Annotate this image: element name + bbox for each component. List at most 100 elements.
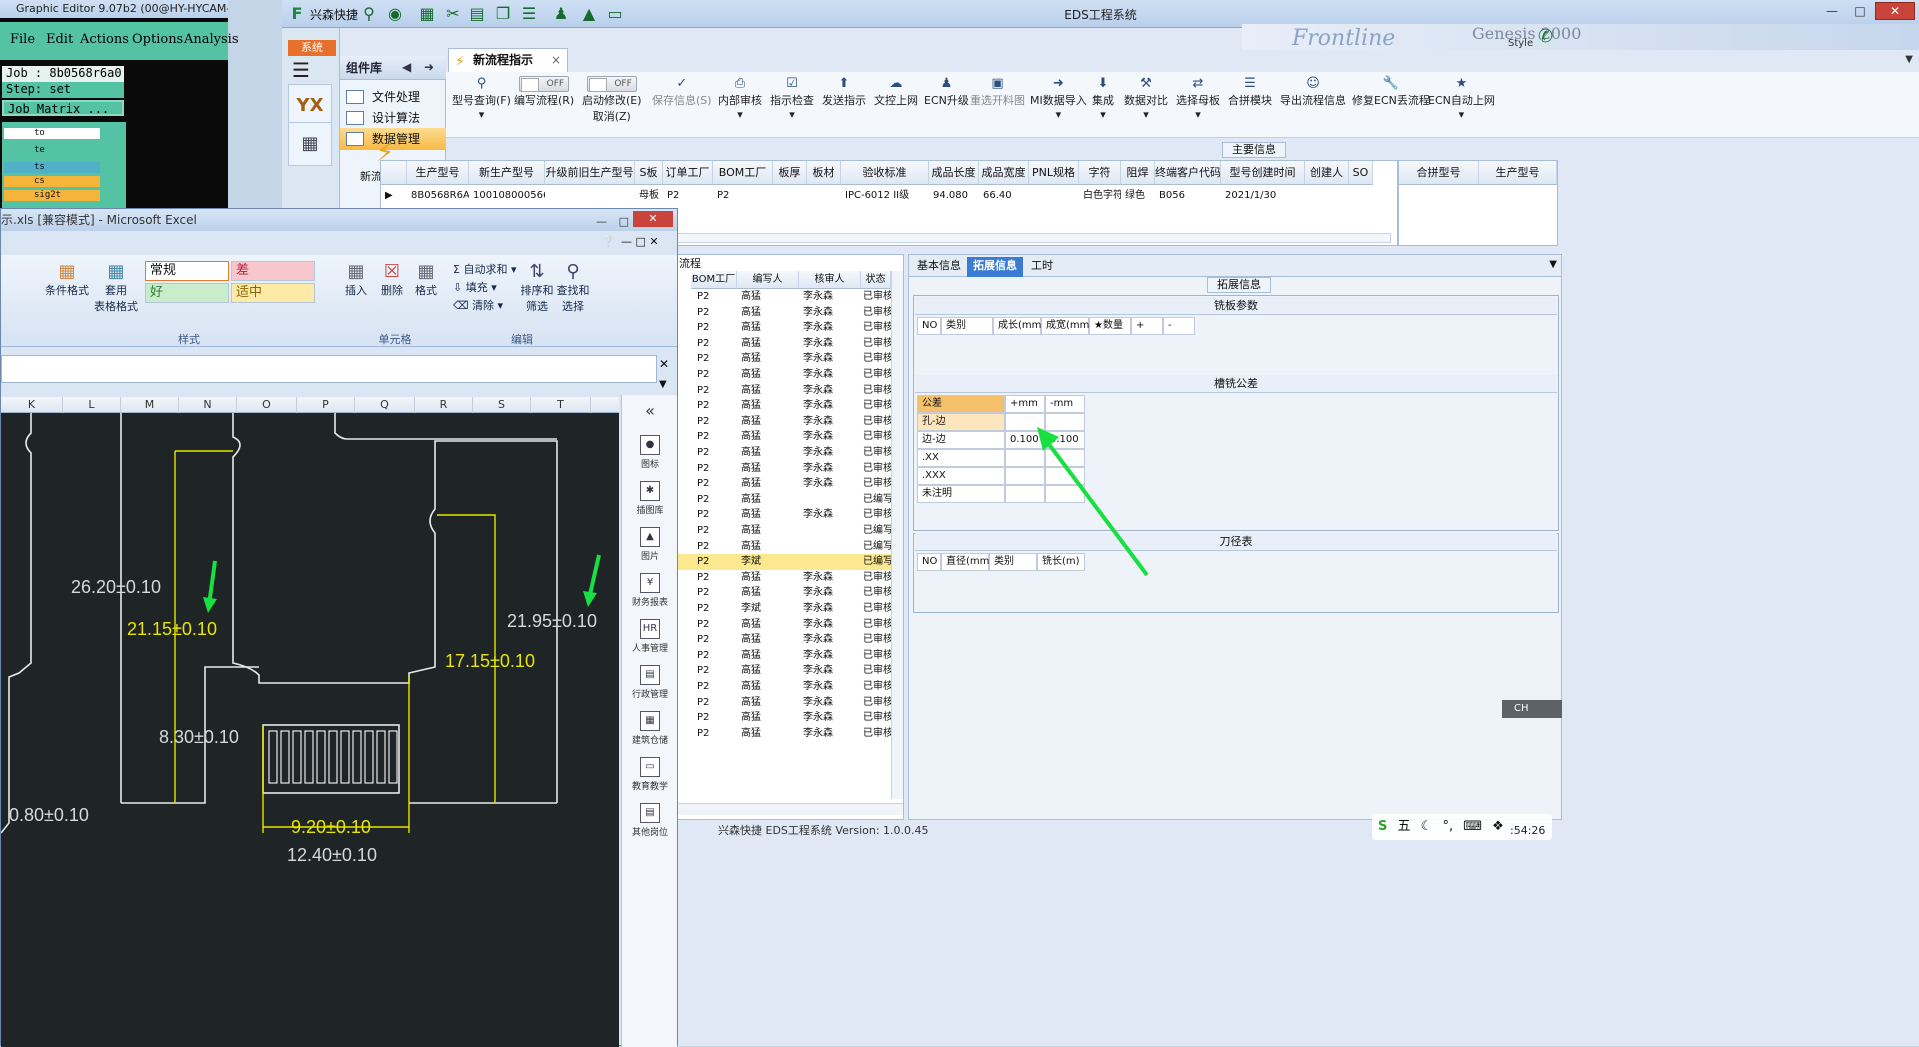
col-header[interactable]: 型号创建时间 [1221, 161, 1305, 185]
data-compare-button[interactable]: ⚒ 数据对比 ▾ [1124, 76, 1168, 121]
list-item[interactable]: P2 高猛 李永森 已审核 [677, 663, 893, 679]
grid-cell[interactable]: IPC-6012 II级 [841, 187, 929, 205]
side-item-other[interactable]: ▤ 其他岗位 [626, 803, 674, 838]
close-button[interactable]: ✕ [633, 211, 673, 227]
mi-import-button[interactable]: ➜ MI数据导入 ▾ [1030, 76, 1087, 121]
menu-icon[interactable]: ☰ [292, 58, 310, 82]
style-neutral[interactable]: 适中 [231, 283, 315, 303]
grid-cell[interactable]: 10010800056694 [469, 187, 545, 205]
list-item[interactable]: P2 高猛 李永森 已审核 [677, 320, 893, 336]
collapse-icon[interactable]: « [626, 401, 674, 420]
col-header[interactable]: 核审人 [799, 271, 861, 289]
prev-arrow-icon[interactable]: ◀ [402, 60, 411, 74]
list-item[interactable]: P2 高猛 李永森 已审核 [677, 461, 893, 477]
column-header[interactable]: T [531, 397, 591, 413]
grid-cell[interactable]: 白色字符 [1079, 187, 1121, 205]
pin-icon[interactable]: ➜ [424, 60, 434, 74]
list-item[interactable]: P2 高猛 李永森 已审核 [677, 476, 893, 492]
list-item[interactable]: P2 高猛 李永森 已审核 [677, 367, 893, 383]
style-normal[interactable]: 常规 [145, 261, 229, 281]
column-header[interactable]: R [415, 397, 473, 413]
col-header[interactable]: 状态 [861, 271, 891, 289]
close-tab-icon[interactable]: × [551, 49, 561, 71]
delete-button[interactable]: ☒ 删除 [375, 261, 409, 298]
list-item[interactable]: P2 高猛 李永森 已审核 [677, 695, 893, 711]
minimize-button[interactable]: — [596, 211, 607, 233]
table-format-button[interactable]: ▦ 套用 表格格式 [93, 261, 139, 314]
list-item[interactable]: P2 高猛 李永森 已审核 [677, 305, 893, 321]
style-good[interactable]: 好 [145, 283, 229, 303]
vertical-scrollbar[interactable] [891, 271, 903, 799]
indication-check-button[interactable]: ☑ 指示检查 ▾ [770, 76, 814, 121]
menu-file[interactable]: File [10, 32, 35, 47]
main-info-label[interactable]: 主要信息 [1222, 142, 1286, 158]
internal-review-button[interactable]: ⎙ 内部审核 ▾ [718, 76, 762, 121]
model-query-button[interactable]: ⚲ 型号查询(F) ▾ [452, 76, 511, 121]
list-item[interactable]: P2 高猛 李永森 已审核 [677, 617, 893, 633]
ime-mode[interactable]: 五 [1392, 819, 1411, 834]
col-header[interactable]: 验收标准 [841, 161, 929, 185]
col-header[interactable]: 成品长度 [929, 161, 979, 185]
list-item[interactable]: P2 高猛 李永森 已审核 [677, 507, 893, 523]
fix-ecn-button[interactable]: 🔧 修复ECN丢流程 [1352, 76, 1430, 108]
menu-options[interactable]: Options [132, 32, 183, 47]
integrate-button[interactable]: ⬇ 集成 ▾ [1092, 76, 1114, 121]
list-item[interactable]: P2 李斌 李永森 已审核 [677, 601, 893, 617]
select-mother-button[interactable]: ⇄ 选择母板 ▾ [1176, 76, 1220, 121]
close-formula-icon[interactable]: ✕ [659, 357, 669, 371]
col-header[interactable]: 升级前旧生产型号 [545, 161, 635, 185]
grid-cell[interactable]: 94.080 [929, 187, 979, 205]
dropdown-icon[interactable]: ▼ [1549, 259, 1557, 270]
tolerance-name[interactable]: .XXX [917, 467, 1005, 485]
col-header[interactable]: PNL规格 [1029, 161, 1079, 185]
calculator-icon[interactable]: ▦ [288, 122, 332, 166]
autosum-button[interactable]: Σ 自动求和 ▾ [453, 261, 516, 277]
grid-cell[interactable]: P2 [713, 187, 773, 205]
ext-info-label[interactable]: 拓展信息 [1207, 277, 1271, 293]
off-switch[interactable]: OFF [519, 76, 570, 92]
save-info-button[interactable]: ✓ 保存信息(S) [652, 76, 712, 108]
list-item[interactable]: P2 高猛 李永森 已审核 [677, 414, 893, 430]
conditional-format-button[interactable]: ▦ 条件格式 [45, 261, 89, 298]
ime-language-badge[interactable]: CH [1502, 700, 1562, 718]
grid-cell[interactable]: B056 [1155, 187, 1221, 205]
list-item[interactable]: P2 高猛 李永森 已审核 [677, 648, 893, 664]
list-item[interactable]: P2 高猛 已编写 [677, 492, 893, 508]
col-header[interactable]: S板 [635, 161, 663, 185]
clear-button[interactable]: ⌫ 清除 ▾ [453, 297, 503, 313]
menu-edit[interactable]: Edit [46, 32, 73, 47]
grid-cell[interactable]: 8B0568R6A0 [407, 187, 469, 205]
side-item-building[interactable]: ▦ 建筑仓储 [626, 711, 674, 746]
column-header[interactable]: L [63, 397, 121, 413]
column-header[interactable]: S [473, 397, 531, 413]
punct-icon[interactable]: °, [1436, 819, 1453, 834]
col-header[interactable]: 板厚 [773, 161, 807, 185]
dropdown-icon[interactable]: ▼ [1905, 54, 1913, 65]
start-modify-toggle[interactable]: OFF 启动修改(E) 取消(Z) [582, 76, 642, 124]
ecn-upgrade-button[interactable]: ♟ ECN升级 [924, 76, 969, 108]
ecn-auto-upload-button[interactable]: ★ ECN自动上网 ▾ [1428, 76, 1495, 121]
cancel-label[interactable]: 取消(Z) [593, 110, 631, 123]
tolerance-name[interactable]: 未注明 [917, 485, 1005, 503]
send-indication-button[interactable]: ⬆ 发送指示 [822, 76, 866, 108]
col-header[interactable]: 合拼型号 [1399, 161, 1479, 185]
col-header[interactable]: 编写人 [737, 271, 799, 289]
list-item[interactable]: P2 高猛 李永森 已审核 [677, 289, 893, 305]
list-item[interactable]: P2 高猛 李永森 已审核 [677, 710, 893, 726]
combine-module-button[interactable]: ☰ 合拼模块 [1228, 76, 1272, 108]
column-header[interactable]: N [179, 397, 237, 413]
upload-button[interactable]: ☁ 文控上网 [874, 76, 918, 108]
job-matrix-button[interactable]: Job Matrix ... [2, 100, 124, 116]
list-item[interactable]: P2 高猛 李永森 已审核 [677, 570, 893, 586]
col-header[interactable]: 订单工厂 [663, 161, 713, 185]
step-field[interactable]: Step: set [2, 82, 124, 98]
list-item[interactable]: P2 高猛 李永森 已审核 [677, 336, 893, 352]
moon-icon[interactable]: ☾ [1415, 819, 1433, 834]
close-button[interactable]: ✕ [1875, 2, 1915, 20]
expand-icon[interactable]: ▼ [659, 379, 667, 390]
list-item[interactable]: P2 高猛 已编写 [677, 523, 893, 539]
layer-item[interactable]: to [4, 128, 100, 139]
layer-item[interactable]: sig2t [4, 190, 100, 201]
job-field[interactable]: Job : 8b0568r6a0 [2, 66, 124, 82]
maximize-button[interactable]: □ [1847, 2, 1873, 20]
